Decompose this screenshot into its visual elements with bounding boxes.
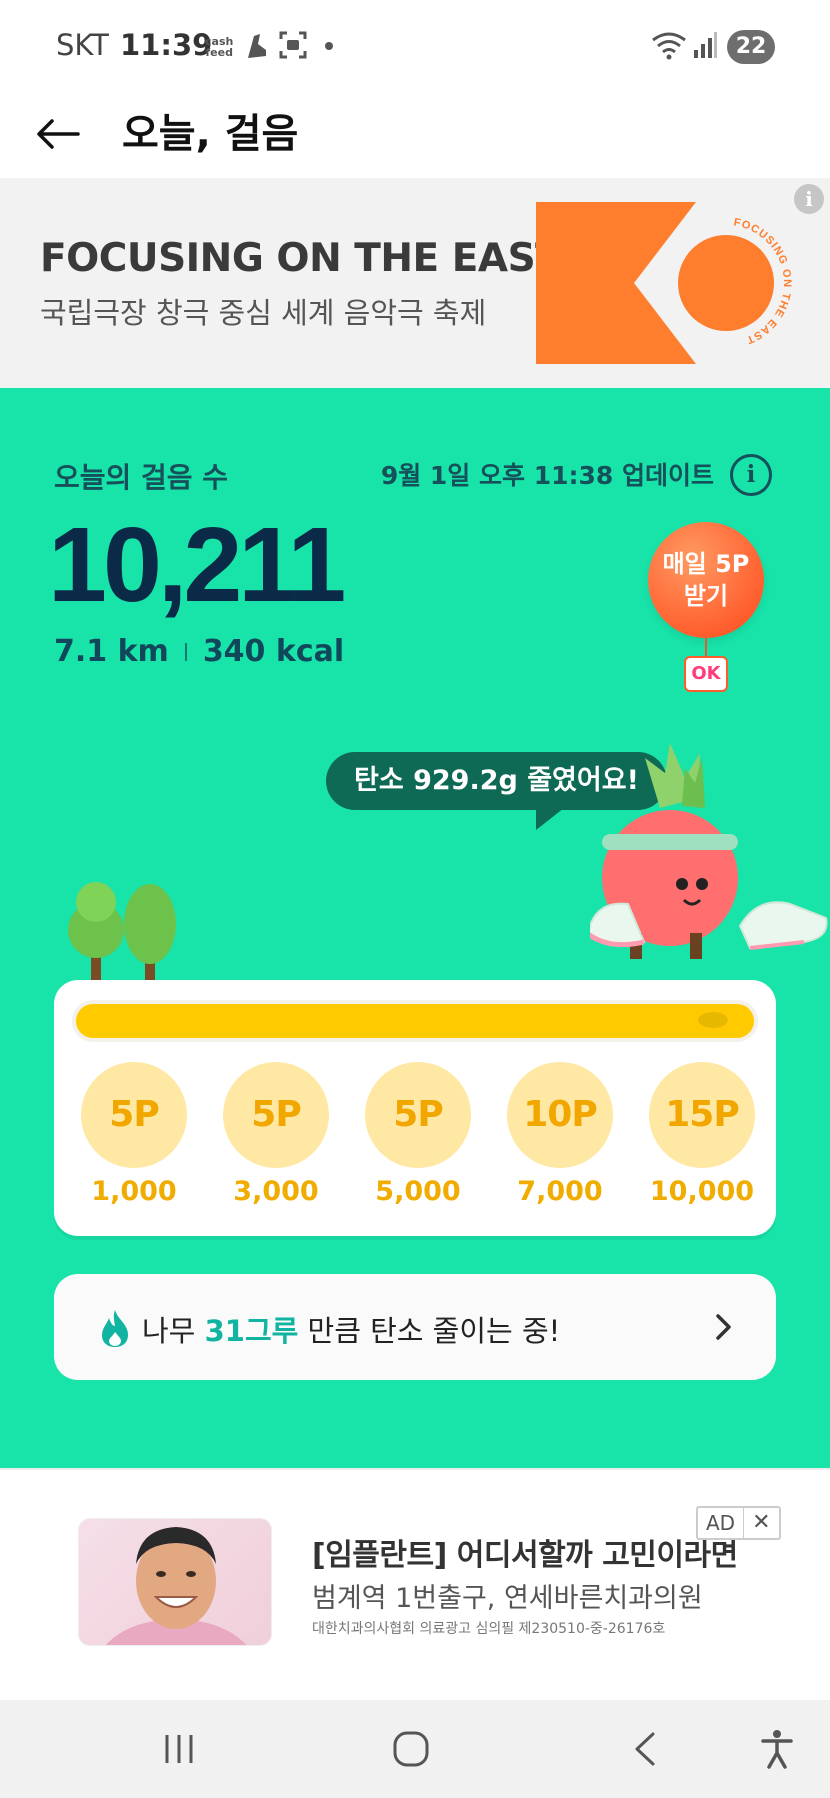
- tree-carbon-text: 나무 31그루 만큼 탄소 줄이는 중!: [142, 1314, 561, 1348]
- reward-points-badge: 5P: [81, 1062, 187, 1168]
- reward-points-badge: 5P: [223, 1062, 329, 1168]
- screenshot-icon: [279, 31, 307, 59]
- ad-info-icon[interactable]: i: [794, 184, 824, 214]
- back-nav-button[interactable]: [620, 1724, 670, 1774]
- ad-disclaimer: 대한치과의사협회 의료광고 심의필 제230510-중-26176호: [312, 1621, 666, 1637]
- carrier-label: SKT: [56, 28, 109, 62]
- update-timestamp: 9월 1일 오후 11:38 업데이트: [380, 461, 714, 490]
- calories-value: 340 kcal: [202, 634, 345, 669]
- step-rewards-card: 5P 1,000 5P 3,000 5P 5,000 10P 7,000 15P…: [54, 980, 776, 1236]
- app-bar: 오늘, 걸음: [0, 92, 830, 178]
- ad-badge: AD ✕: [696, 1506, 781, 1540]
- clock: 11:39: [120, 28, 213, 62]
- back-button[interactable]: [30, 106, 86, 162]
- chevron-right-icon: [716, 1314, 731, 1340]
- banner-title: FOCUSING ON THE EAST: [40, 236, 562, 281]
- back-arrow-icon: [37, 119, 80, 149]
- wifi-icon: [652, 32, 686, 60]
- banner-subtitle: 국립극장 창극 중심 세계 음악극 축제: [40, 296, 487, 330]
- reward-milestone-5000[interactable]: 5P 5,000: [364, 1062, 472, 1207]
- system-nav-bar: [0, 1700, 830, 1798]
- balloon-line1: 매일 5P: [662, 550, 750, 578]
- tree-carbon-button[interactable]: 나무 31그루 만큼 탄소 줄이는 중!: [54, 1274, 776, 1380]
- status-bar: SKT 11:39 cash feed 22: [0, 0, 830, 92]
- tree-count-highlight: 31그루: [204, 1314, 299, 1348]
- recent-apps-icon: [165, 1735, 193, 1763]
- shoe-notification-icon: [248, 34, 266, 58]
- signal-icon: [694, 32, 717, 58]
- ad-subtitle: 범계역 1번출구, 연세바른치과의원: [312, 1583, 703, 1614]
- banner-ad[interactable]: FOCUSING ON THE EAST 국립극장 창극 중심 세계 음악극 축…: [0, 178, 830, 388]
- reward-steps-label: 3,000: [233, 1176, 319, 1207]
- speech-bubble-tail: [536, 808, 564, 830]
- reward-milestone-10000[interactable]: 15P 10,000: [648, 1062, 756, 1207]
- steps-label: 오늘의 걸음 수: [54, 461, 229, 494]
- bottom-ad[interactable]: [임플란트] 어디서할까 고민이라면 범계역 1번출구, 연세바른치과의원 대한…: [0, 1468, 830, 1700]
- page-title: 오늘, 걸음: [122, 111, 299, 157]
- radish-mascot-icon: [590, 743, 828, 959]
- steps-substats: 7.1 km 340 kcal: [54, 634, 344, 669]
- ad-label: AD: [706, 1511, 736, 1535]
- reward-steps-label: 5,000: [375, 1176, 461, 1207]
- distance-value: 7.1 km: [54, 634, 169, 669]
- reward-steps-label: 10,000: [649, 1176, 755, 1207]
- back-nav-icon: [635, 1732, 655, 1766]
- reward-milestone-3000[interactable]: 5P 3,000: [222, 1062, 330, 1207]
- cashfeed-icon: cash feed: [205, 35, 234, 59]
- accessibility-icon: [761, 1730, 793, 1769]
- reward-points-badge: 5P: [365, 1062, 471, 1168]
- ad-title: [임플란트] 어디서할까 고민이라면: [312, 1538, 738, 1573]
- balloon-string: [705, 638, 707, 658]
- battery-indicator: 22: [727, 30, 775, 64]
- reward-milestone-7000[interactable]: 10P 7,000: [506, 1062, 614, 1207]
- festival-logo-art: FOCUSING ON THE EAST: [536, 202, 792, 364]
- ad-image: [78, 1518, 272, 1646]
- fire-icon: [102, 1310, 128, 1347]
- tree-icon: [68, 882, 124, 992]
- tree-icon: [124, 884, 176, 992]
- reward-steps-label: 7,000: [517, 1176, 603, 1207]
- reward-steps-label: 1,000: [91, 1176, 177, 1207]
- balloon-line2: 받기: [683, 582, 729, 610]
- accessibility-button[interactable]: [752, 1724, 802, 1774]
- steps-info-icon[interactable]: i: [730, 454, 772, 496]
- progress-end-marker: [698, 1012, 728, 1028]
- steps-progress-fill: [76, 1004, 754, 1038]
- reward-points-badge: 10P: [507, 1062, 613, 1168]
- home-button[interactable]: [386, 1724, 436, 1774]
- divider: [184, 642, 187, 661]
- ok-cashbag-icon: OK: [684, 656, 728, 692]
- reward-milestone-1000[interactable]: 5P 1,000: [80, 1062, 188, 1207]
- ad-close-button[interactable]: ✕: [743, 1508, 778, 1538]
- notification-dot: [325, 42, 333, 50]
- steps-panel: 오늘의 걸음 수 9월 1일 오후 11:38 업데이트 i 10,211 7.…: [0, 388, 830, 1468]
- reward-milestones: 5P 1,000 5P 3,000 5P 5,000 10P 7,000 15P…: [80, 1062, 756, 1207]
- reward-points-badge: 15P: [649, 1062, 755, 1168]
- daily-reward-balloon-button[interactable]: 매일 5P 받기: [648, 522, 764, 638]
- recent-apps-button[interactable]: [154, 1724, 204, 1774]
- home-icon: [393, 1731, 429, 1767]
- steps-count: 10,211: [48, 506, 346, 624]
